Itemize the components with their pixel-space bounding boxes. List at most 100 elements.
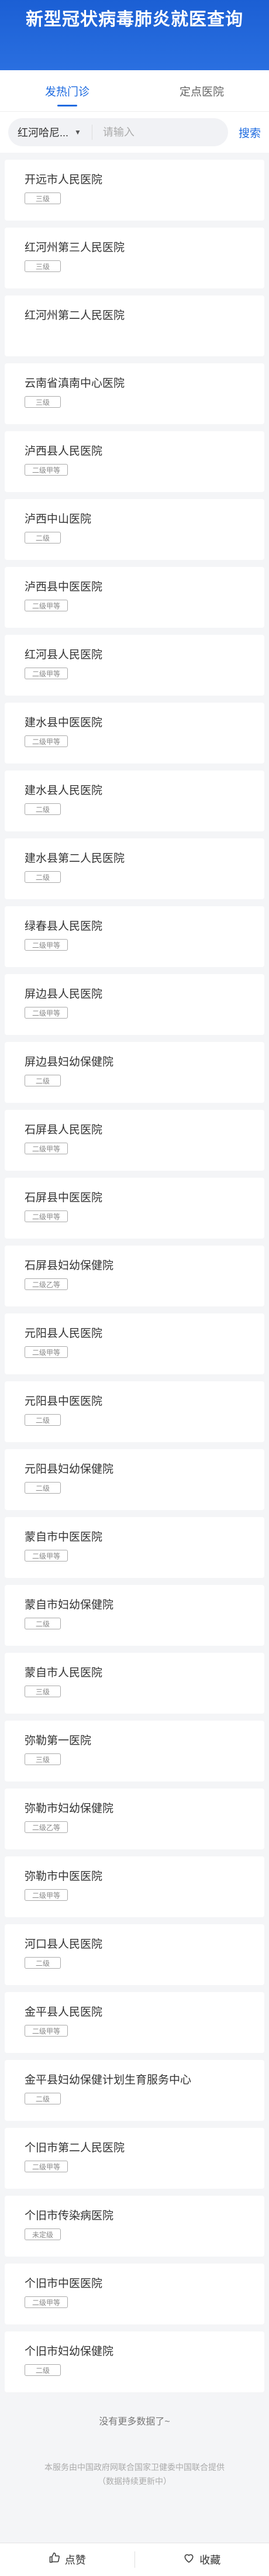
hospital-level-badge: 二级 [25,1618,61,1629]
hospital-card[interactable]: 红河县人民医院 二级甲等 [5,635,264,696]
hospital-level-badge: 二级甲等 [25,939,68,951]
hospital-level-badge: 二级乙等 [25,1278,68,1290]
hospital-card[interactable]: 绿春县人民医院 二级甲等 [5,906,264,967]
favorite-button[interactable]: 收藏 [135,2552,269,2567]
hospital-card[interactable]: 石屏县人民医院 二级甲等 [5,1110,264,1171]
hospital-level-badge: 二级 [25,1482,61,1494]
hospital-card[interactable]: 蒙自市人民医院 三级 [5,1653,264,1714]
hospital-card[interactable]: 个旧市中医医院 二级甲等 [5,2264,264,2324]
hospital-level-badge: 三级 [25,1686,61,1697]
hospital-name: 蒙自市妇幼保健院 [25,1599,114,1611]
no-more-text: 没有更多数据了~ [99,2417,170,2427]
hospital-list: 开远市人民医院 三级 红河州第三人民医院 三级 红河州第二人民医院 云南省滇南中心医院 三级… [0,160,269,2392]
hospital-card[interactable]: 石屏县妇幼保健院 二级乙等 [5,1246,264,1306]
hospital-name: 弥勒第一医院 [25,1735,92,1747]
hospital-name: 金平县妇幼保健计划生育服务中心 [25,2074,192,2086]
hospital-card[interactable]: 元阳县中医医院 二级 [5,1381,264,1442]
hospital-name: 屏边县人民医院 [25,988,103,1000]
hospital-card[interactable]: 蒙自市妇幼保健院 二级 [5,1585,264,1646]
hospital-card[interactable]: 红河州第三人民医院 三级 [5,228,264,288]
hospital-level-badge: 二级 [25,2093,61,2104]
hospital-card[interactable]: 元阳县人民医院 二级甲等 [5,1313,264,1374]
disclaimer-line: （数据持续更新中） [98,2477,171,2486]
city-select[interactable]: 红河哈尼... ▼ [18,125,92,140]
hospital-level-badge: 二级 [25,1957,61,1969]
tab-fever-clinic[interactable]: 发热门诊 [0,70,134,111]
hospital-name: 屏边县妇幼保健院 [25,1056,114,1068]
hospital-card[interactable]: 元阳县妇幼保健院 二级 [5,1449,264,1510]
search-button[interactable]: 搜索 [239,125,261,140]
hospital-name: 金平县人民医院 [25,2006,103,2018]
hospital-card[interactable]: 金平县人民医院 二级甲等 [5,1992,264,2053]
hospital-level-badge: 三级 [25,1753,61,1765]
hospital-name: 弥勒市中医医院 [25,1870,103,1883]
hospital-level-badge: 二级 [25,1075,61,1086]
hospital-level-badge: 三级 [25,396,61,408]
tab-designated-hospital[interactable]: 定点医院 [134,70,269,111]
hospital-card[interactable]: 泸西中山医院 二级 [5,499,264,560]
hospital-name: 元阳县中医医院 [25,1395,103,1408]
hospital-name: 石屏县妇幼保健院 [25,1260,114,1272]
hospital-card[interactable]: 个旧市传染病医院 未定级 [5,2196,264,2257]
hospital-card[interactable]: 红河州第二人民医院 [5,295,264,356]
hospital-card[interactable]: 建水县第二人民医院 二级 [5,838,264,899]
hospital-card[interactable]: 屏边县人民医院 二级甲等 [5,974,264,1035]
hospital-card[interactable]: 泸西县人民医院 二级甲等 [5,431,264,492]
hospital-card[interactable]: 建水县中医医院 二级甲等 [5,703,264,763]
hospital-name: 泸西县中医医院 [25,581,103,593]
hospital-card[interactable]: 泸西县中医医院 二级甲等 [5,567,264,628]
hospital-name: 蒙自市中医医院 [25,1531,103,1543]
tab-bar: 发热门诊 定点医院 [0,70,269,112]
hospital-level-badge: 二级甲等 [25,2025,68,2037]
hospital-name: 个旧市传染病医院 [25,2210,114,2222]
hospital-card[interactable]: 个旧市妇幼保健院 二级 [5,2331,264,2392]
search-bar: 红河哈尼... ▼ 搜索 [0,112,269,153]
hospital-name: 建水县中医医院 [25,717,103,729]
hospital-name: 蒙自市人民医院 [25,1667,103,1679]
hospital-level-badge: 二级乙等 [25,1821,68,1833]
city-select-value: 红河哈尼... [18,127,69,139]
hospital-name: 个旧市中医医院 [25,2278,103,2290]
hospital-name: 个旧市第二人民医院 [25,2142,125,2154]
like-button[interactable]: 点赞 [0,2552,134,2567]
hospital-card[interactable]: 石屏县中医医院 二级甲等 [5,1178,264,1239]
hospital-card[interactable]: 屏边县妇幼保健院 二级 [5,1042,264,1103]
hospital-level-badge: 二级 [25,2364,61,2376]
hospital-level-badge: 未定级 [25,2228,61,2240]
hospital-name: 弥勒市妇幼保健院 [25,1803,114,1815]
hospital-name: 红河州第三人民医院 [25,242,125,254]
hospital-level-badge: 二级甲等 [25,735,68,747]
search-input[interactable] [92,125,219,139]
hospital-name: 元阳县人民医院 [25,1327,103,1340]
hospital-card[interactable]: 河口县人民医院 二级 [5,1924,264,1985]
hospital-card[interactable]: 金平县妇幼保健计划生育服务中心 二级 [5,2060,264,2121]
hospital-level-badge: 二级甲等 [25,1346,68,1358]
hospital-name: 红河县人民医院 [25,649,103,661]
hospital-card[interactable]: 蒙自市中医医院 二级甲等 [5,1517,264,1578]
hospital-card[interactable]: 弥勒第一医院 三级 [5,1721,264,1781]
hospital-name: 云南省滇南中心医院 [25,377,125,390]
hospital-card[interactable]: 开远市人民医院 三级 [5,160,264,221]
favorite-label: 收藏 [199,2554,221,2566]
hospital-name: 石屏县人民医院 [25,1124,103,1136]
hospital-level-badge: 二级 [25,803,61,815]
hospital-card[interactable]: 弥勒市妇幼保健院 二级乙等 [5,1789,264,1849]
hospital-card[interactable]: 建水县人民医院 二级 [5,771,264,831]
hospital-name: 个旧市妇幼保健院 [25,2345,114,2358]
hospital-name: 建水县人民医院 [25,785,103,797]
hospital-name: 石屏县中医医院 [25,1192,103,1204]
hospital-card[interactable]: 弥勒市中医医院 二级甲等 [5,1856,264,1917]
hospital-level-badge: 二级甲等 [25,1550,68,1562]
hospital-card[interactable]: 云南省滇南中心医院 三级 [5,363,264,424]
hospital-name: 泸西县人民医院 [25,445,103,458]
hospital-level-badge: 二级甲等 [25,2296,68,2308]
hospital-name: 建水县第二人民医院 [25,852,125,865]
hospital-name: 红河州第二人民医院 [25,309,125,322]
caret-down-icon: ▼ [74,128,81,136]
hospital-card[interactable]: 个旧市第二人民医院 二级甲等 [5,2128,264,2189]
disclaimer: 本服务由中国政府网联合国家卫健委中国联合提供 （数据持续更新中） [0,2460,269,2488]
hospital-level-badge: 二级甲等 [25,1143,68,1154]
app-header: 新型冠状病毒肺炎就医查询 [0,0,269,70]
page-title: 新型冠状病毒肺炎就医查询 [26,10,243,29]
hospital-name: 绿春县人民医院 [25,920,103,933]
